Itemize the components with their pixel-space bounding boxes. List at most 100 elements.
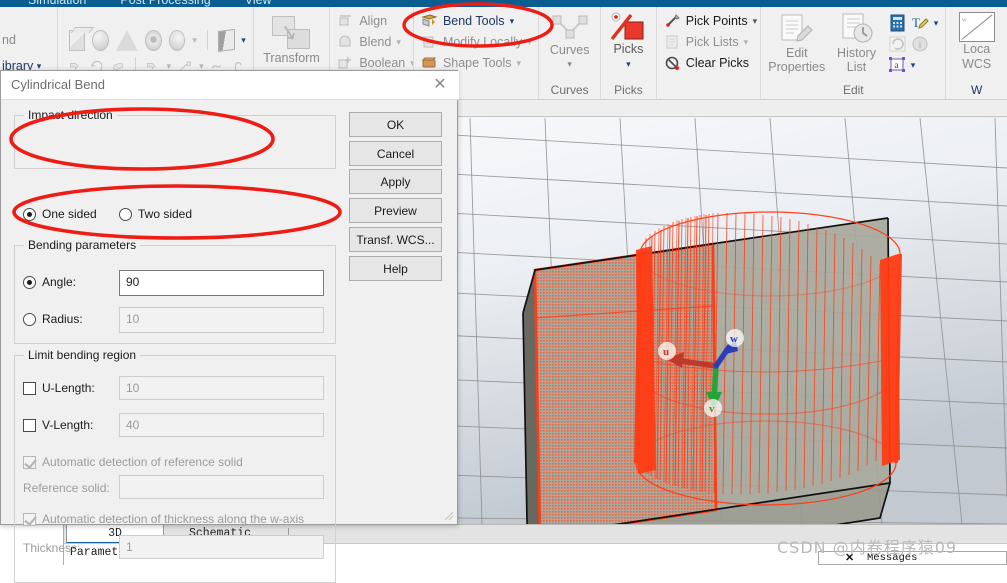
cylindrical-bend-dialog[interactable]: Cylindrical Bend ✕ Impact direction One … [0, 70, 459, 583]
modify-locally-label: Modify Locally [442, 35, 523, 49]
radio-radius[interactable]: Radius: [23, 312, 83, 326]
preview-button[interactable]: Preview [349, 198, 442, 223]
checkbox-v-length[interactable]: V-Length: [23, 418, 93, 432]
apply-button[interactable]: Apply [349, 169, 442, 194]
ok-button[interactable]: OK [349, 112, 442, 137]
calculator-icon[interactable] [888, 14, 907, 32]
radio-angle-label: Angle: [42, 275, 77, 289]
resize-grip[interactable] [442, 509, 454, 521]
help-button[interactable]: Help [349, 256, 442, 281]
angle-input[interactable]: 90 [119, 270, 324, 296]
clear-picks-icon [664, 55, 681, 71]
menu-tab-post-processing[interactable]: Post Processing [120, 0, 210, 7]
radio-indicator [23, 275, 36, 289]
messages-panel[interactable]: ✕ Messages [818, 551, 1007, 565]
close-icon[interactable]: ✕ [845, 551, 854, 564]
pick-lists-label: Pick Lists [685, 35, 739, 49]
transform-icon[interactable]: ↘ [271, 16, 312, 50]
v-length-input[interactable]: 40 [119, 413, 324, 437]
ribbon-item-blend[interactable]: Blend ▾ [337, 34, 406, 50]
application-window: Simulation Post Processing View nd ibrar… [0, 0, 1007, 583]
chevron-down-icon[interactable]: ▾ [527, 37, 532, 48]
radio-angle[interactable]: Angle: [23, 275, 76, 289]
ribbon-item-clear-picks[interactable]: Clear Picks [664, 55, 753, 71]
transform-label[interactable]: Transform [263, 51, 320, 65]
info-icon: i [911, 35, 930, 53]
history-list-button[interactable]: History List [831, 12, 881, 74]
ribbon-item-pick-lists[interactable]: Pick Lists ▾ [664, 34, 753, 50]
chevron-down-icon[interactable]: ▾ [744, 37, 749, 48]
chevron-down-icon[interactable]: ▾ [517, 58, 522, 69]
close-icon[interactable]: ✕ [429, 75, 451, 95]
radio-two-sided[interactable]: Two sided [119, 207, 192, 221]
sphere-icon[interactable] [92, 29, 109, 51]
extrude-chevron-down-icon[interactable]: ▾ [241, 35, 246, 46]
impact-direction-legend: Impact direction [24, 108, 117, 122]
ribbon-group-picks: Picks ▾ Picks [600, 7, 656, 99]
ribbon-group-curves: Curves ▾ Curves [538, 7, 600, 99]
extrude-icon[interactable] [217, 28, 235, 52]
radius-input[interactable]: 10 [119, 307, 324, 333]
clear-picks-label: Clear Picks [685, 56, 750, 70]
edit-properties-button[interactable]: Edit Properties [768, 12, 825, 74]
wcs-label-line2[interactable]: WCS [962, 57, 991, 72]
ribbon-group-pick-list: Pick Points ▾ Pick Lists ▾ Clear Picks [655, 7, 760, 99]
u-length-input[interactable]: 10 [119, 376, 324, 400]
curves-button-label[interactable]: Curves [550, 43, 590, 57]
ribbon-item-align[interactable]: Align [337, 13, 406, 29]
chevron-down-icon[interactable]: ▾ [396, 37, 401, 48]
v-length-label: V-Length: [42, 418, 94, 432]
text-edit-icon[interactable]: T [911, 14, 930, 32]
cone-icon[interactable] [115, 29, 138, 51]
wcs-label-line1[interactable]: Loca [963, 42, 990, 57]
ellipsoid-icon[interactable] [168, 29, 186, 51]
history-list-label-line1: History [837, 46, 876, 60]
checkbox-indicator [23, 418, 36, 432]
radio-indicator [23, 207, 36, 221]
chevron-down-icon[interactable]: ▾ [911, 60, 916, 71]
ribbon-item-pick-points[interactable]: Pick Points ▾ [664, 13, 757, 29]
curves-icon[interactable] [550, 13, 590, 43]
shapes-chevron-down-icon[interactable]: ▾ [192, 35, 197, 46]
torus-icon[interactable] [144, 29, 162, 51]
picks-icon[interactable] [609, 12, 647, 42]
transf-wcs-button[interactable]: Transf. WCS... [349, 227, 442, 252]
edit-properties-label-line2: Properties [768, 60, 826, 74]
annotate-icon[interactable]: a [888, 56, 907, 74]
chevron-down-icon[interactable]: ▾ [753, 16, 758, 27]
bending-parameters-legend: Bending parameters [24, 238, 141, 252]
ribbon-item-bend-tools[interactable]: Bend Tools ▾ [421, 13, 531, 29]
history-list-label-line2: List [846, 60, 867, 74]
wcs-icon[interactable]: w [958, 12, 995, 42]
checkbox-u-length[interactable]: U-Length: [23, 381, 95, 395]
ribbon-item-boolean[interactable]: Boolean ▾ [337, 55, 413, 71]
reference-solid-input[interactable] [119, 475, 324, 499]
edit-properties-icon [776, 12, 818, 46]
cancel-button[interactable]: Cancel [349, 141, 442, 166]
thickness-input[interactable]: 1 [119, 535, 324, 559]
checkbox-auto-reference-solid[interactable]: Automatic detection of reference solid [23, 455, 243, 469]
edit-group-label: Edit [842, 83, 864, 97]
ribbon-item-shape-tools[interactable]: Shape Tools ▾ [421, 55, 531, 71]
menu-tab-view[interactable]: View [245, 0, 272, 7]
svg-text:i: i [918, 40, 921, 51]
chevron-down-icon[interactable]: ▾ [510, 16, 515, 27]
radio-one-sided[interactable]: One sided [23, 207, 97, 221]
checkbox-auto-thickness[interactable]: Automatic detection of thickness along t… [23, 512, 304, 526]
ribbon-item-modify-locally[interactable]: Modify Locally ▾ [421, 34, 532, 50]
auto-thickness-label: Automatic detection of thickness along t… [42, 512, 305, 526]
picks-group-label: Picks [614, 83, 643, 97]
blend-label: Blend [359, 35, 392, 49]
chevron-down-icon[interactable]: ▾ [934, 18, 939, 29]
chevron-down-icon[interactable]: ▾ [626, 59, 631, 70]
chevron-down-icon[interactable]: ▾ [567, 59, 572, 70]
library-expand-label[interactable]: nd [0, 27, 50, 53]
cube-icon[interactable] [68, 29, 86, 51]
menu-tab-simulation[interactable]: Simulation [28, 0, 86, 7]
dialog-titlebar[interactable]: Cylindrical Bend ✕ [1, 71, 459, 100]
radio-indicator [119, 207, 132, 221]
refresh-icon [888, 35, 907, 53]
picks-button-label[interactable]: Picks [613, 42, 643, 56]
pick-points-icon [664, 13, 681, 29]
checkbox-indicator [23, 512, 36, 526]
